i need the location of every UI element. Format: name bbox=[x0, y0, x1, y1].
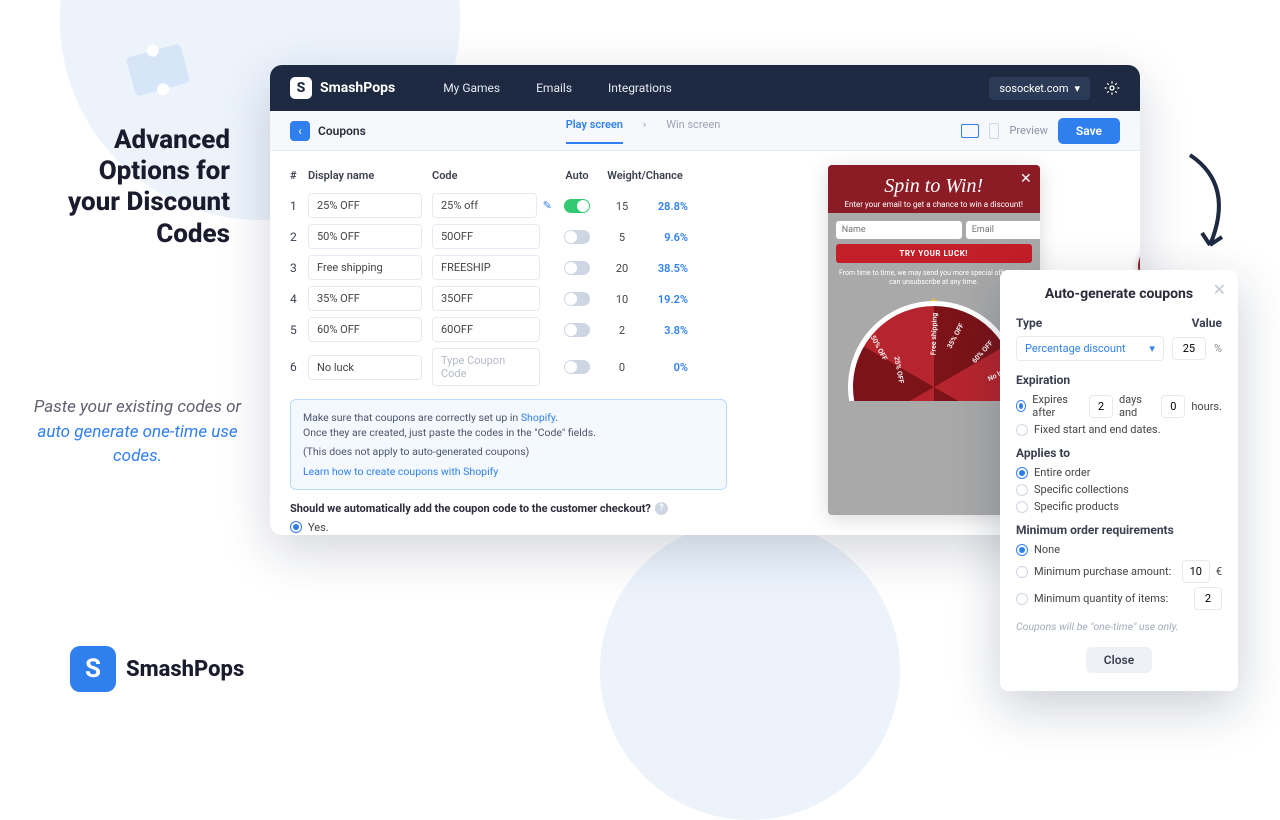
auto-toggle[interactable] bbox=[564, 230, 590, 244]
min-amount-input[interactable] bbox=[1182, 560, 1210, 583]
th-code: Code bbox=[432, 169, 552, 182]
auto-toggle[interactable] bbox=[564, 360, 590, 374]
name-input[interactable]: 50% OFF bbox=[308, 224, 422, 249]
name-input[interactable]: Free shipping bbox=[308, 255, 422, 280]
breadcrumb: Coupons bbox=[318, 124, 366, 138]
exp-days-input[interactable] bbox=[1089, 395, 1113, 418]
popup-close-icon[interactable]: ✕ bbox=[1020, 171, 1032, 187]
radio-expires-after[interactable] bbox=[1016, 400, 1026, 412]
table-row: 4 35% OFF 35OFF 10 19.2% bbox=[290, 283, 727, 314]
radio-fixed-dates[interactable] bbox=[1016, 424, 1028, 436]
table-row: 1 25% OFF 25% off✎ 15 28.8% bbox=[290, 190, 727, 221]
tip-box: Make sure that coupons are correctly set… bbox=[290, 399, 727, 490]
name-input[interactable]: No luck bbox=[308, 355, 422, 380]
try-luck-button[interactable]: TRY YOUR LUCK! bbox=[836, 244, 1032, 263]
radio-yes[interactable] bbox=[290, 521, 302, 533]
edit-icon[interactable]: ✎ bbox=[543, 199, 552, 212]
exp-hours-input[interactable] bbox=[1161, 395, 1185, 418]
nav-integrations[interactable]: Integrations bbox=[608, 81, 672, 95]
nav-my-games[interactable]: My Games bbox=[443, 81, 500, 95]
back-button[interactable]: ‹ bbox=[290, 121, 310, 141]
name-input[interactable]: 35% OFF bbox=[308, 286, 422, 311]
mobile-icon[interactable] bbox=[989, 123, 999, 139]
settings-icon[interactable] bbox=[1104, 80, 1120, 96]
table-row: 2 50% OFF 50OFF 5 9.6% bbox=[290, 221, 727, 252]
th-name: Display name bbox=[308, 169, 432, 182]
code-input[interactable]: FREESHIP bbox=[432, 255, 540, 280]
code-input[interactable]: 50OFF bbox=[432, 224, 540, 249]
auto-toggle[interactable] bbox=[564, 323, 590, 337]
radio-collections[interactable] bbox=[1016, 484, 1028, 496]
radio-products[interactable] bbox=[1016, 501, 1028, 513]
subbar: ‹ Coupons Play screen › Win screen Previ… bbox=[270, 111, 1140, 151]
value-input[interactable] bbox=[1172, 337, 1206, 360]
modal-title: Auto-generate coupons bbox=[1016, 286, 1222, 302]
help-icon[interactable]: ? bbox=[655, 502, 668, 515]
modal-close-icon[interactable]: ✕ bbox=[1213, 280, 1226, 299]
auto-toggle[interactable] bbox=[564, 261, 590, 275]
th-weight-chance: Weight/Chance bbox=[602, 169, 688, 182]
auto-toggle[interactable] bbox=[564, 292, 590, 306]
th-number: # bbox=[290, 169, 308, 182]
auto-add-question: Should we automatically add the coupon c… bbox=[290, 502, 727, 515]
arrow-icon bbox=[1180, 145, 1240, 265]
topbar: S SmashPops My Games Emails Integrations… bbox=[270, 65, 1140, 111]
shopify-link[interactable]: Shopify bbox=[521, 411, 556, 424]
code-input[interactable]: Type Coupon Code bbox=[432, 348, 540, 386]
nav-emails[interactable]: Emails bbox=[536, 81, 572, 95]
hero-title: Advanced Options for your Discount Codes bbox=[50, 125, 230, 250]
code-input[interactable]: 60OFF bbox=[432, 317, 540, 342]
popup-email-input[interactable] bbox=[966, 221, 1040, 239]
table-row: 6 No luck Type Coupon Code 0 0% bbox=[290, 345, 727, 389]
radio-min-none[interactable] bbox=[1016, 544, 1028, 556]
table-row: 3 Free shipping FREESHIP 20 38.5% bbox=[290, 252, 727, 283]
modal-note: Coupons will be "one-time" use only. bbox=[1016, 620, 1222, 633]
domain-selector[interactable]: sosocket.com▾ bbox=[989, 77, 1090, 100]
radio-entire-order[interactable] bbox=[1016, 467, 1028, 479]
auto-toggle[interactable] bbox=[564, 199, 590, 213]
hero-subtitle: Paste your existing codes or auto genera… bbox=[30, 395, 245, 469]
desktop-icon[interactable] bbox=[961, 124, 979, 138]
radio-min-amount[interactable] bbox=[1016, 566, 1028, 578]
code-input[interactable]: 35OFF bbox=[432, 286, 540, 311]
code-input[interactable]: 25% off bbox=[432, 193, 537, 218]
th-auto: Auto bbox=[552, 169, 602, 182]
popup-name-input[interactable] bbox=[836, 221, 962, 239]
preview-link[interactable]: Preview bbox=[1009, 124, 1047, 137]
modal-close-button[interactable]: Close bbox=[1086, 647, 1152, 673]
logo-badge: S bbox=[70, 646, 116, 692]
auto-generate-modal: ✕ Auto-generate coupons TypeValue Percen… bbox=[1000, 270, 1238, 691]
learn-link[interactable]: Learn how to create coupons with Shopify bbox=[303, 465, 498, 478]
prize-wheel: 50% OFF 25% OFF Free shipping 35% OFF 60… bbox=[848, 301, 1020, 401]
type-select[interactable]: Percentage discount▾ bbox=[1016, 336, 1164, 361]
brand-logo: S SmashPops bbox=[70, 646, 244, 692]
chevron-right-icon: › bbox=[643, 118, 646, 144]
tab-win-screen[interactable]: Win screen bbox=[666, 118, 720, 144]
radio-min-qty[interactable] bbox=[1016, 593, 1028, 605]
brand: S SmashPops bbox=[290, 77, 395, 99]
min-qty-input[interactable] bbox=[1194, 587, 1222, 610]
name-input[interactable]: 60% OFF bbox=[308, 317, 422, 342]
name-input[interactable]: 25% OFF bbox=[308, 193, 422, 218]
tab-play-screen[interactable]: Play screen bbox=[566, 118, 623, 144]
save-button[interactable]: Save bbox=[1058, 118, 1120, 144]
table-row: 5 60% OFF 60OFF 2 3.8% bbox=[290, 314, 727, 345]
